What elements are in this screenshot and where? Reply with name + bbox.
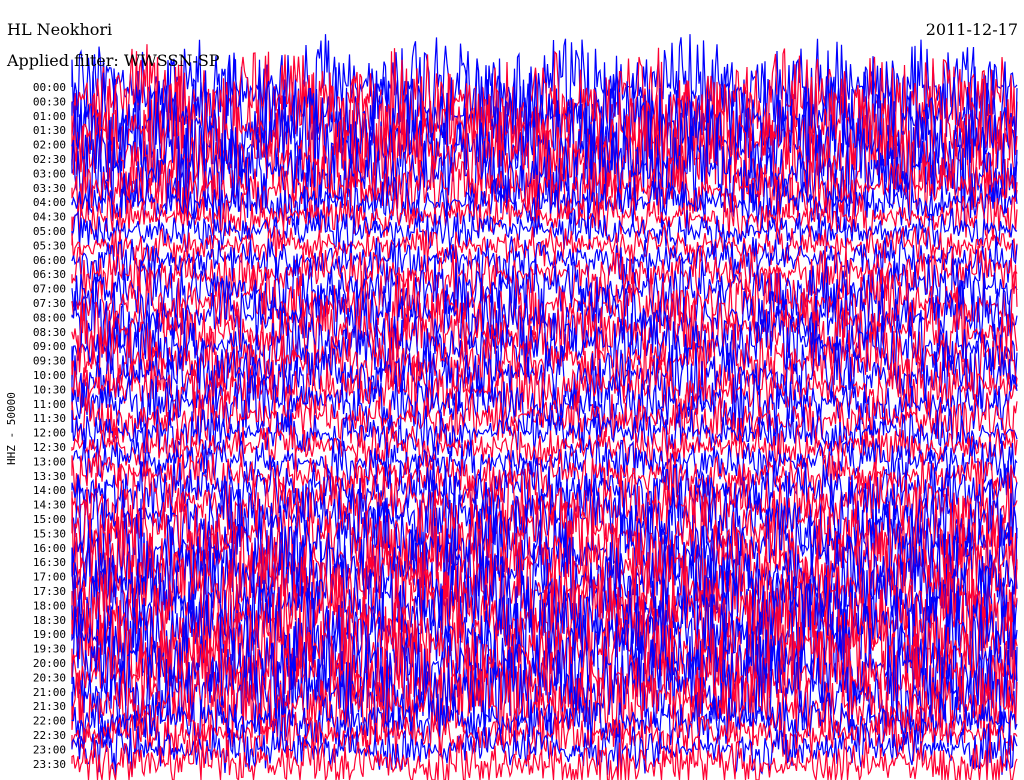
- row-label: 13:30: [33, 470, 66, 483]
- row-label: 19:00: [33, 628, 66, 641]
- row-label: 12:30: [33, 441, 66, 454]
- row-label: 04:00: [33, 196, 66, 209]
- row-label: 05:30: [33, 239, 66, 252]
- row-label: 03:30: [33, 182, 66, 195]
- row-label: 14:00: [33, 484, 66, 497]
- row-label: 02:30: [33, 153, 66, 166]
- row-label: 08:00: [33, 311, 66, 324]
- row-label: 14:30: [33, 499, 66, 512]
- row-label: 18:30: [33, 614, 66, 627]
- row-label: 07:30: [33, 297, 66, 310]
- row-label: 02:00: [33, 139, 66, 152]
- row-label: 19:30: [33, 643, 66, 656]
- row-label: 01:00: [33, 110, 66, 123]
- date-title: 2011-12-17: [925, 20, 1018, 39]
- row-label: 06:00: [33, 254, 66, 267]
- row-label: 05:00: [33, 225, 66, 238]
- row-label: 22:00: [33, 715, 66, 728]
- row-label: 00:30: [33, 95, 66, 108]
- row-label: 20:30: [33, 671, 66, 684]
- row-label: 08:30: [33, 326, 66, 339]
- row-label: 10:30: [33, 383, 66, 396]
- row-label: 13:00: [33, 455, 66, 468]
- row-label: 22:30: [33, 729, 66, 742]
- row-label: 11:00: [33, 398, 66, 411]
- seismic-traces: [71, 34, 1018, 780]
- row-label: 09:00: [33, 340, 66, 353]
- row-label: 09:30: [33, 355, 66, 368]
- row-label: 21:30: [33, 700, 66, 713]
- row-label: 11:30: [33, 412, 66, 425]
- row-label: 04:30: [33, 211, 66, 224]
- row-label: 15:30: [33, 527, 66, 540]
- station-title: HL Neokhori: [7, 20, 113, 39]
- row-label: 01:30: [33, 124, 66, 137]
- row-label: 06:30: [33, 268, 66, 281]
- row-label: 15:00: [33, 513, 66, 526]
- helicorder-plot: 00:0000:30 01:0001:30 02:0002:3003:00 03:30…: [5, 34, 1018, 780]
- y-axis-label: HHZ - 50000: [5, 392, 18, 465]
- row-label: 07:00: [33, 283, 66, 296]
- time-row-labels: 00:0000:30 01:0001:30 02:0002:3003:00 03:30…: [33, 81, 66, 771]
- row-label: 23:30: [33, 758, 66, 771]
- row-label: 10:00: [33, 369, 66, 382]
- row-label: 21:00: [33, 686, 66, 699]
- row-label: 20:00: [33, 657, 66, 670]
- row-label: 23:00: [33, 743, 66, 756]
- row-label: 18:00: [33, 599, 66, 612]
- row-label: 03:00: [33, 167, 66, 180]
- row-label: 16:00: [33, 542, 66, 555]
- row-label: 00:00: [33, 81, 66, 94]
- row-label: 17:00: [33, 571, 66, 584]
- row-label: 17:30: [33, 585, 66, 598]
- filter-title: Applied filter: WWSSN-SP: [7, 51, 220, 70]
- row-label: 12:00: [33, 427, 66, 440]
- row-label: 16:30: [33, 556, 66, 569]
